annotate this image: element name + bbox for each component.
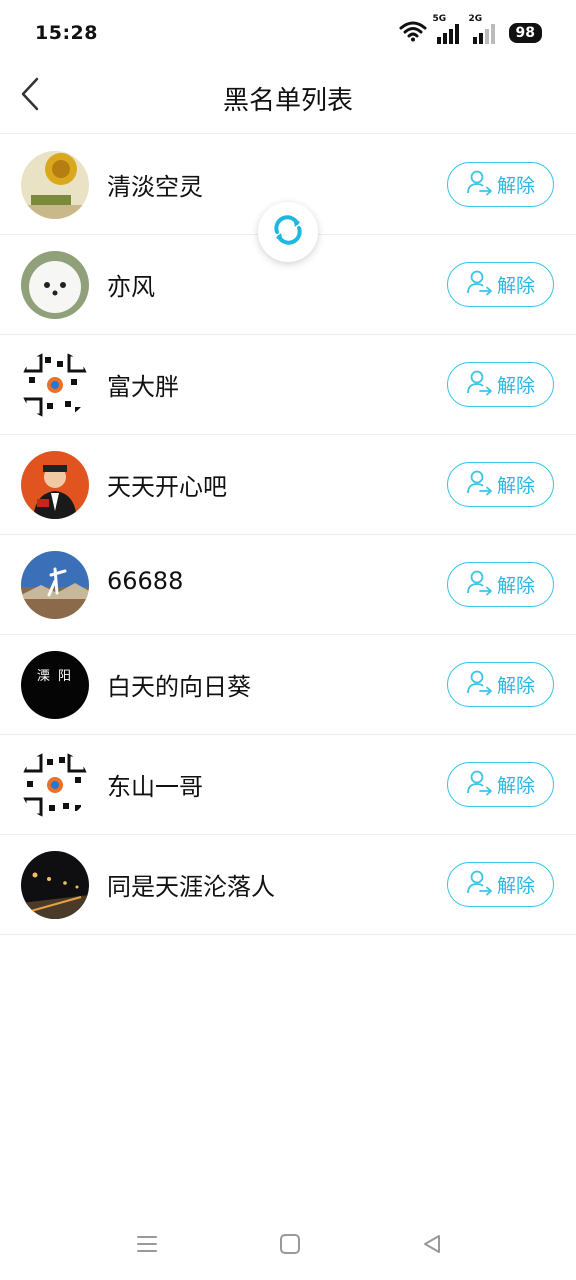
system-nav-bar [0, 1210, 576, 1280]
user-arrow-icon [466, 769, 494, 801]
unblock-button[interactable]: 解除 [447, 862, 554, 907]
unblock-label: 解除 [496, 275, 535, 297]
user-arrow-icon [466, 869, 494, 901]
unblock-label: 解除 [496, 175, 535, 197]
status-bar: 15:28 5G 2G 98 [0, 0, 576, 66]
user-arrow-icon [466, 169, 494, 201]
avatar [21, 551, 89, 619]
avatar-text: 溧 阳 [36, 669, 74, 684]
user-arrow-icon [466, 569, 494, 601]
user-arrow-icon [466, 469, 494, 501]
page-title: 黑名单列表 [222, 86, 353, 116]
unblock-button[interactable]: 解除 [447, 162, 554, 207]
user-arrow-icon [466, 269, 494, 301]
unblock-label: 解除 [496, 675, 535, 697]
avatar [21, 351, 89, 419]
user-name: 同是天涯沦落人 [107, 873, 275, 901]
unblock-label: 解除 [496, 475, 535, 497]
unblock-button[interactable]: 解除 [447, 562, 554, 607]
unblock-label: 解除 [496, 575, 535, 597]
user-arrow-icon [466, 369, 494, 401]
avatar [21, 151, 89, 219]
unblock-button[interactable]: 解除 [447, 362, 554, 407]
user-name: 东山一哥 [107, 773, 203, 801]
refresh-button[interactable] [258, 202, 318, 262]
user-name: 亦风 [107, 273, 155, 301]
avatar: 溧 阳 [21, 651, 89, 719]
user-name: 清淡空灵 [107, 173, 203, 201]
user-name: 66688 [107, 567, 184, 595]
unblock-label: 解除 [496, 375, 535, 397]
home-icon [278, 1232, 302, 1260]
back-triangle-icon [420, 1232, 444, 1260]
signal-2g-icon: 2G [469, 14, 499, 45]
home-button[interactable] [274, 1230, 306, 1262]
list-item: 东山一哥 解除 [0, 735, 576, 835]
avatar [21, 251, 89, 319]
avatar [21, 451, 89, 519]
avatar [21, 851, 89, 919]
unblock-button[interactable]: 解除 [447, 662, 554, 707]
status-icons: 5G 2G 98 [399, 14, 542, 46]
list-item: 66688 解除 [0, 535, 576, 635]
user-name: 富大胖 [107, 373, 179, 401]
refresh-icon [270, 212, 306, 252]
nav-bar: 黑名单列表 [0, 66, 576, 134]
user-name: 白天的向日葵 [107, 673, 251, 701]
user-name: 天天开心吧 [107, 473, 227, 501]
unblock-button[interactable]: 解除 [447, 462, 554, 507]
menu-button[interactable] [131, 1230, 163, 1262]
list-item: 天天开心吧 解除 [0, 435, 576, 535]
back-nav-button[interactable] [416, 1230, 448, 1262]
avatar [21, 751, 89, 819]
menu-icon [135, 1232, 159, 1260]
user-arrow-icon [466, 669, 494, 701]
list-item: 富大胖 解除 [0, 335, 576, 435]
unblock-button[interactable]: 解除 [447, 262, 554, 307]
wifi-icon [399, 20, 427, 46]
list-item: 溧 阳 白天的向日葵 解除 [0, 635, 576, 735]
unblock-button[interactable]: 解除 [447, 762, 554, 807]
signal-5g-icon: 5G [433, 14, 463, 45]
unblock-label: 解除 [496, 875, 535, 897]
battery-indicator: 98 [508, 23, 542, 43]
status-time: 15:28 [35, 22, 98, 44]
list-item: 同是天涯沦落人 解除 [0, 835, 576, 935]
unblock-label: 解除 [496, 775, 535, 797]
